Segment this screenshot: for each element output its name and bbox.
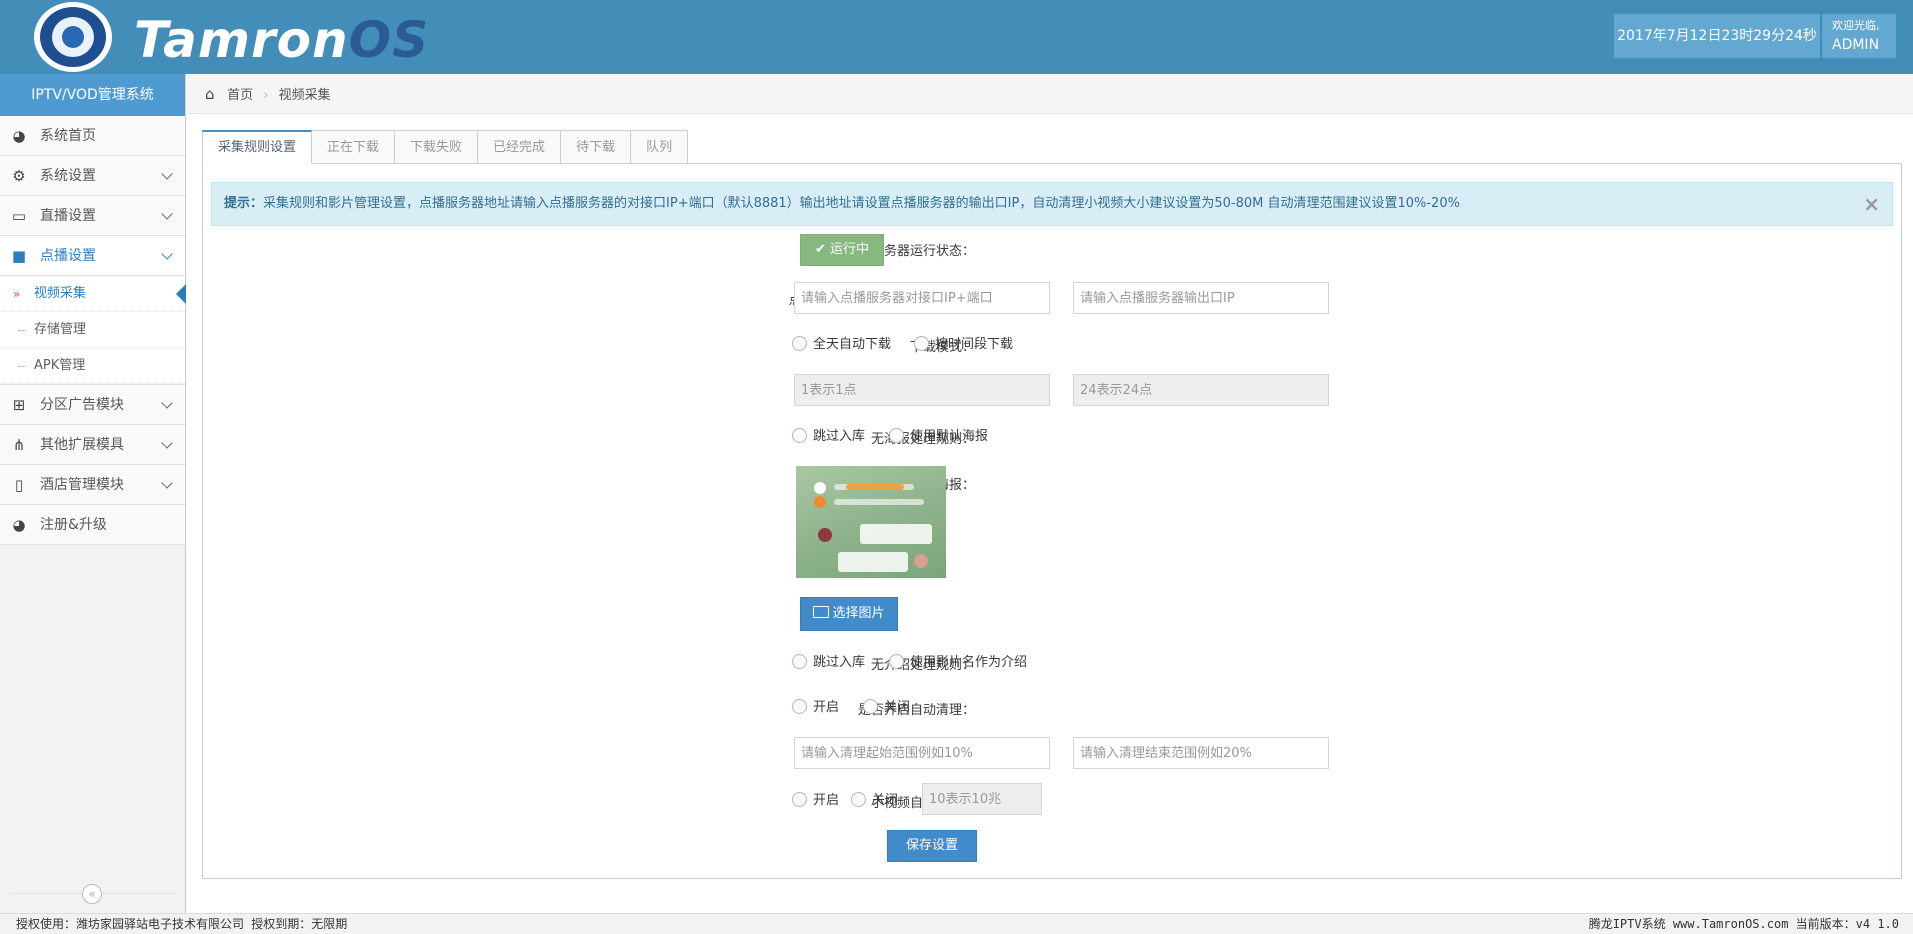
chevron-down-icon — [161, 437, 173, 449]
sidebar-item-vod-settings[interactable]: ■ 点播设置 — [0, 236, 185, 276]
radio-circle[interactable] — [792, 699, 807, 714]
radio-circle[interactable] — [792, 428, 807, 443]
dashboard-icon: ◕ — [12, 516, 26, 534]
windows-icon: ⊞ — [12, 396, 26, 414]
alert-prefix: 提示： — [224, 196, 264, 211]
radio-download-all-day[interactable]: 全天自动下载 — [792, 333, 891, 352]
tab-queue[interactable]: 队列 — [631, 130, 689, 164]
radio-circle[interactable] — [851, 792, 866, 807]
breadcrumb-separator: › — [263, 88, 269, 103]
home-icon: ⌂ — [205, 85, 215, 103]
submenu-item-storage[interactable]: 存储管理 — [0, 312, 185, 348]
tab-panel — [202, 163, 1902, 879]
top-header: TamronOS 2017年7月12日23时29分24秒 欢迎光临, ADMIN — [0, 0, 1913, 74]
server-status-label: 采集服务器运行状态： — [844, 244, 975, 259]
radio-circle[interactable] — [792, 336, 807, 351]
sidebar-item-home[interactable]: ◕ 系统首页 — [0, 116, 185, 156]
clean-range-start-field[interactable] — [794, 737, 1050, 769]
logo-text: TamronOS — [134, 11, 430, 69]
vod-submenu: 视频采集 存储管理 APK管理 — [0, 276, 186, 385]
breadcrumb-home[interactable]: 首页 — [227, 88, 253, 103]
dashboard-icon: ◕ — [12, 127, 26, 145]
sidebar-item-system-settings[interactable]: ⚙ 系统设置 — [0, 156, 185, 196]
default-poster-image — [796, 466, 946, 578]
welcome-text: 欢迎光临, — [1832, 19, 1880, 32]
submenu-item-video-capture[interactable]: 视频采集 — [0, 276, 186, 312]
download-mode-label: 下载模式： — [909, 340, 975, 355]
auto-clean-label: 是否开启自动清理： — [857, 703, 975, 718]
server-running-button[interactable]: ✔ 运行中 — [800, 234, 884, 266]
radio-circle[interactable] — [889, 654, 904, 669]
collapse-sidebar-button[interactable]: « — [82, 884, 102, 904]
sitemap-icon: ⋔ — [12, 436, 26, 454]
username: ADMIN — [1832, 37, 1880, 53]
sidebar-item-register[interactable]: ◕ 注册&升级 — [0, 505, 185, 545]
image-icon — [813, 606, 830, 618]
radio-no-intro-use-title[interactable]: 使用影片名作为介绍 — [889, 651, 1027, 670]
desktop-icon: ▭ — [11, 207, 27, 225]
tab-downloading[interactable]: 正在下载 — [312, 130, 396, 164]
chevron-down-icon — [161, 248, 173, 260]
choose-image-button[interactable]: 选择图片 — [800, 597, 898, 631]
chevron-down-icon — [161, 168, 173, 180]
radio-circle[interactable] — [889, 428, 904, 443]
save-settings-button[interactable]: 保存设置 — [887, 830, 977, 862]
sidebar-item-hotel[interactable]: ▯ 酒店管理模块 — [0, 465, 185, 505]
footer-license: 授权使用：潍坊家园驿站电子技术有限公司 授权到期：无限期 — [16, 917, 348, 931]
tab-download-failed[interactable]: 下载失败 — [395, 130, 479, 164]
chevron-down-icon — [161, 208, 173, 220]
breadcrumb-current: 视频采集 — [278, 88, 331, 103]
header-datetime: 2017年7月12日23时29分24秒 — [1614, 14, 1820, 58]
system-title: IPTV/VOD管理系统 — [0, 74, 185, 116]
logo-emblem — [34, 2, 112, 72]
radio-circle[interactable] — [792, 654, 807, 669]
close-icon[interactable]: × — [1863, 183, 1880, 225]
sidebar-item-ads[interactable]: ⊞ 分区广告模块 — [0, 385, 185, 425]
submenu-item-apk[interactable]: APK管理 — [0, 348, 185, 384]
breadcrumb: ⌂ 首页 › 视频采集 — [187, 74, 1913, 114]
radio-no-poster-default[interactable]: 使用默认海报 — [889, 425, 988, 444]
vod-output-address-field[interactable] — [1073, 282, 1329, 314]
tab-bar: 采集规则设置 正在下载 下载失败 已经完成 待下载 队列 — [202, 130, 689, 164]
sidebar: IPTV/VOD管理系统 ◕ 系统首页 ⚙ 系统设置 ▭ 直播设置 ■ 点播设置… — [0, 74, 186, 914]
radio-small-video-on[interactable]: 开启 — [792, 789, 839, 808]
radio-circle[interactable] — [914, 336, 929, 351]
user-menu[interactable]: 欢迎光临, ADMIN — [1822, 14, 1896, 58]
start-time-field[interactable] — [794, 374, 1050, 406]
small-video-size-field[interactable] — [922, 783, 1042, 815]
tab-capture-rules[interactable]: 采集规则设置 — [202, 130, 313, 164]
radio-auto-clean-on[interactable]: 开启 — [792, 696, 839, 715]
clean-range-end-field[interactable] — [1073, 737, 1329, 769]
radio-circle[interactable] — [863, 699, 878, 714]
tab-pending[interactable]: 待下载 — [561, 130, 632, 164]
vod-input-address-field[interactable] — [794, 282, 1050, 314]
video-camera-icon: ■ — [11, 247, 27, 265]
small-video-label: 小视频自动清理： — [555, 792, 975, 811]
radio-circle[interactable] — [792, 792, 807, 807]
building-icon: ▯ — [14, 476, 24, 494]
end-time-field[interactable] — [1073, 374, 1329, 406]
chevron-down-icon — [161, 397, 173, 409]
sidebar-item-live-settings[interactable]: ▭ 直播设置 — [0, 196, 185, 236]
chevron-down-icon — [161, 477, 173, 489]
info-alert: 提示：采集规则和影片管理设置，点播服务器地址请输入点播服务器的对接口IP+端口（… — [211, 182, 1893, 226]
radio-no-poster-skip[interactable]: 跳过入库 — [792, 425, 865, 444]
tab-completed[interactable]: 已经完成 — [478, 130, 562, 164]
radio-small-video-off[interactable]: 关闭 — [851, 789, 898, 808]
alert-text: 采集规则和影片管理设置，点播服务器地址请输入点播服务器的对接口IP+端口（默认8… — [263, 196, 1460, 211]
footer-version: 腾龙IPTV系统 www.TamronOS.com 当前版本：v4 1.0 — [1588, 917, 1899, 931]
radio-no-intro-skip[interactable]: 跳过入库 — [792, 651, 865, 670]
radio-download-by-time[interactable]: 按时间段下载 — [914, 333, 1013, 352]
footer: 授权使用：潍坊家园驿站电子技术有限公司 授权到期：无限期 腾龙IPTV系统 ww… — [0, 913, 1913, 934]
sidebar-item-extensions[interactable]: ⋔ 其他扩展模具 — [0, 425, 185, 465]
radio-auto-clean-off[interactable]: 关闭 — [863, 696, 910, 715]
gears-icon: ⚙ — [12, 167, 26, 185]
